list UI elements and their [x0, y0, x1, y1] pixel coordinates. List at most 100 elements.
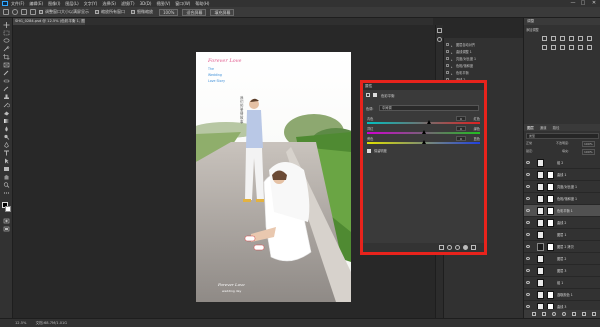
path-select-tool-icon[interactable]: [3, 158, 10, 164]
status-zoom[interactable]: 12.5%: [15, 321, 26, 325]
zoom-in-icon[interactable]: [21, 9, 27, 15]
eye-icon[interactable]: [526, 161, 530, 164]
tone-select[interactable]: 中间调: [379, 105, 479, 111]
vibrance-icon[interactable]: [578, 36, 583, 41]
add-mask-icon[interactable]: [552, 312, 556, 316]
link-layers-icon[interactable]: [532, 312, 536, 316]
blend-mode-select[interactable]: 正常: [526, 141, 532, 145]
history-row[interactable]: ▸ 色彩平衡: [444, 70, 524, 76]
zoom-100-button[interactable]: 100%: [159, 8, 179, 16]
invert-icon[interactable]: [587, 45, 592, 50]
fill-screen-button[interactable]: 填充屏幕: [210, 8, 235, 16]
history-row[interactable]: ▸ 亮度/对比度 1: [444, 56, 524, 62]
zoom-tool-icon[interactable]: [3, 182, 10, 188]
preserve-luminosity[interactable]: 保留明度: [367, 148, 387, 153]
history-snapshot-checkbox[interactable]: [446, 50, 449, 53]
new-group-icon[interactable]: [572, 312, 576, 316]
layer-row[interactable]: 组 2: [524, 157, 600, 169]
black-white-icon[interactable]: [551, 45, 556, 50]
menu-edit[interactable]: 编辑(E): [29, 1, 43, 7]
menu-3d[interactable]: 3D(D): [140, 1, 152, 6]
menu-window[interactable]: 窗口(W): [175, 1, 190, 7]
history-snapshot-checkbox[interactable]: [446, 43, 449, 46]
document-tab[interactable]: SHG_0284.psd @ 12.5% (色彩平衡 1, 图层蒙版/8) * …: [13, 18, 85, 30]
slider-knob[interactable]: [427, 120, 432, 124]
layer-row[interactable]: 曲线 2: [524, 217, 600, 229]
history-row[interactable]: ▸ 色相/饱和度: [444, 63, 524, 69]
new-layer-icon[interactable]: [582, 312, 586, 316]
lasso-tool-icon[interactable]: [3, 38, 10, 44]
layer-filter-select[interactable]: 类型: [526, 133, 599, 139]
delete-layer-icon[interactable]: [592, 312, 596, 316]
quick-mask-icon[interactable]: [3, 218, 10, 224]
quick-select-tool-icon[interactable]: [3, 46, 10, 52]
tab-channels[interactable]: 通道: [540, 125, 547, 130]
clone-stamp-tool-icon[interactable]: [3, 94, 10, 100]
history-panel-icon[interactable]: [437, 28, 442, 33]
layer-row[interactable]: 曲线 1: [524, 169, 600, 181]
eye-icon[interactable]: [526, 257, 530, 260]
screen-mode-icon[interactable]: [3, 226, 10, 232]
tab-layers[interactable]: 图层: [527, 125, 534, 130]
blur-tool-icon[interactable]: [3, 126, 10, 132]
resize-window-checkbox[interactable]: [39, 10, 43, 14]
color-balance-slider[interactable]: 洋红 绿色 0: [367, 126, 480, 135]
background-color-swatch[interactable]: [5, 206, 11, 212]
menu-image[interactable]: 图像(I): [48, 1, 60, 7]
history-row[interactable]: ▸ 图层自动对齐: [444, 42, 524, 48]
eye-icon[interactable]: [526, 245, 530, 248]
slider-track[interactable]: [367, 122, 480, 124]
reset-icon[interactable]: [455, 245, 460, 250]
properties-panel-icon[interactable]: [437, 37, 442, 42]
eye-icon[interactable]: [526, 221, 530, 224]
move-tool-icon[interactable]: [3, 22, 10, 28]
fit-screen-button[interactable]: 适合屏幕: [182, 8, 207, 16]
hue-saturation-icon[interactable]: [587, 36, 592, 41]
close-window-button[interactable]: ✕: [589, 0, 599, 7]
eye-icon[interactable]: [526, 269, 530, 272]
frame-tool-icon[interactable]: [3, 62, 10, 68]
zoom-all-checkbox[interactable]: [95, 10, 99, 14]
pen-tool-icon[interactable]: [3, 142, 10, 148]
healing-brush-tool-icon[interactable]: [3, 78, 10, 84]
clip-to-layer-icon[interactable]: [439, 245, 444, 250]
color-balance-icon[interactable]: [542, 45, 547, 50]
shape-tool-icon[interactable]: [3, 166, 10, 172]
eye-icon[interactable]: [526, 233, 530, 236]
layer-row[interactable]: 图层 2: [524, 253, 600, 265]
preserve-luminosity-checkbox[interactable]: [367, 149, 371, 153]
layer-row[interactable]: 色相/饱和度 1: [524, 193, 600, 205]
layer-mask-thumbnail[interactable]: [547, 195, 554, 203]
layer-row[interactable]: 组 1: [524, 277, 600, 289]
gradient-tool-icon[interactable]: [3, 118, 10, 124]
history-snapshot-checkbox[interactable]: [446, 57, 449, 60]
opacity-input[interactable]: 100%: [582, 141, 595, 147]
eye-icon[interactable]: [526, 197, 530, 200]
menu-filter[interactable]: 滤镜(T): [121, 1, 135, 7]
eyedropper-tool-icon[interactable]: [3, 70, 10, 76]
layer-row[interactable]: 图层 2 拷贝: [524, 241, 600, 253]
layer-row[interactable]: 图层 3: [524, 265, 600, 277]
trash-icon[interactable]: [471, 245, 476, 250]
visibility-icon[interactable]: [463, 245, 468, 250]
history-snapshot-checkbox[interactable]: [446, 64, 449, 67]
layer-mask-thumbnail[interactable]: [547, 243, 554, 251]
marquee-tool-icon[interactable]: [3, 30, 10, 36]
history-row[interactable]: ▸ 曲线调整 1: [444, 49, 524, 55]
type-tool-icon[interactable]: [3, 150, 10, 156]
photo-filter-icon[interactable]: [560, 45, 565, 50]
zoom-out-icon[interactable]: [30, 9, 36, 15]
eye-icon[interactable]: [526, 209, 530, 212]
eraser-tool-icon[interactable]: [3, 110, 10, 116]
tab-paths[interactable]: 路径: [553, 125, 560, 130]
exposure-icon[interactable]: [569, 36, 574, 41]
menu-view[interactable]: 视图(V): [156, 1, 170, 7]
menu-type[interactable]: 文字(Y): [84, 1, 98, 7]
history-brush-tool-icon[interactable]: [3, 102, 10, 108]
menu-layer[interactable]: 图层(L): [65, 1, 78, 7]
history-snapshot-checkbox[interactable]: [446, 71, 449, 74]
hand-tool-icon[interactable]: [3, 174, 10, 180]
new-adjustment-icon[interactable]: [562, 312, 566, 316]
more-tools-icon[interactable]: [3, 190, 10, 196]
layer-mask-thumbnail[interactable]: [547, 219, 554, 227]
